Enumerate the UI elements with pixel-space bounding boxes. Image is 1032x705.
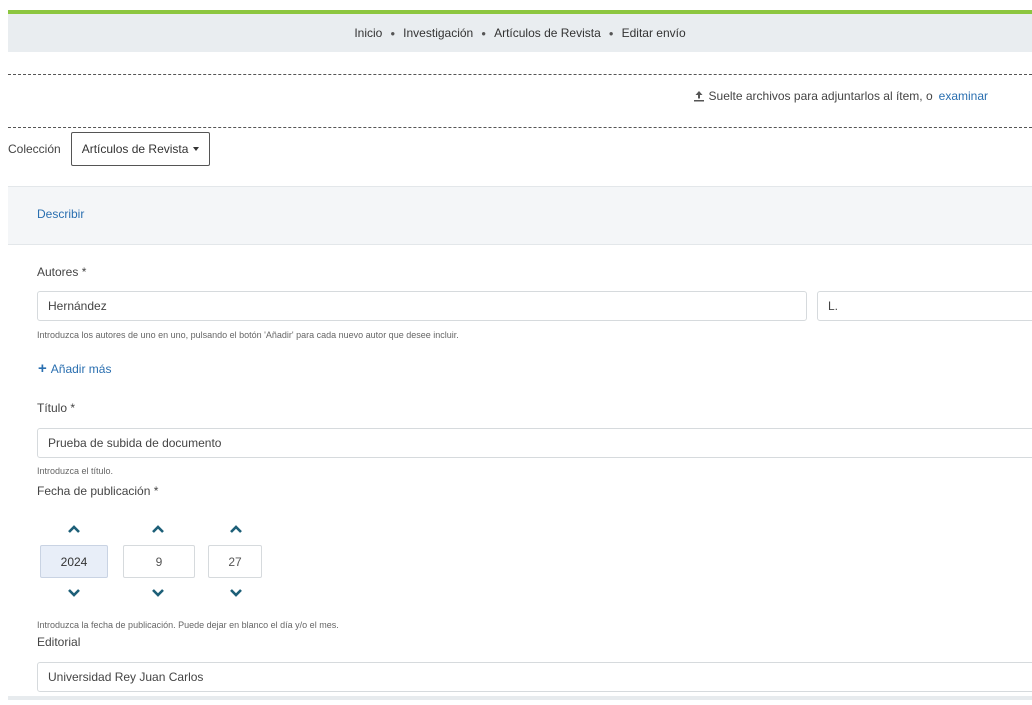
breadcrumb: Inicio ● Investigación ● Artículos de Re… bbox=[8, 14, 1032, 52]
month-decrement-chevron-down-icon[interactable] bbox=[151, 588, 165, 598]
add-more-label: Añadir más bbox=[50, 361, 112, 376]
dropzone-text: Suelte archivos para adjuntarlos al ítem… bbox=[708, 89, 933, 103]
upload-icon bbox=[693, 90, 705, 102]
collection-label: Colección bbox=[8, 142, 61, 156]
year-input[interactable]: 2024 bbox=[40, 545, 108, 578]
breadcrumb-item-edit-submission: Editar envío bbox=[621, 26, 686, 40]
collection-dropdown[interactable]: Artículos de Revista bbox=[70, 132, 211, 166]
publisher-label: Editorial bbox=[37, 635, 81, 649]
day-input[interactable]: 27 bbox=[208, 545, 262, 578]
publisher-value: Universidad Rey Juan Carlos bbox=[48, 670, 204, 684]
file-dropzone[interactable]: Suelte archivos para adjuntarlos al ítem… bbox=[8, 74, 1032, 128]
title-value: Prueba de subida de documento bbox=[48, 436, 222, 450]
breadcrumb-separator-icon: ● bbox=[390, 28, 396, 38]
year-increment-chevron-up-icon[interactable] bbox=[67, 524, 81, 534]
month-value: 9 bbox=[155, 554, 163, 569]
day-value: 27 bbox=[228, 554, 242, 569]
breadcrumb-separator-icon: ● bbox=[481, 28, 487, 38]
month-input[interactable]: 9 bbox=[123, 545, 195, 578]
add-more-authors-button[interactable]: + Añadir más bbox=[38, 360, 111, 377]
tab-describe[interactable]: Describir bbox=[37, 207, 84, 221]
day-increment-chevron-up-icon[interactable] bbox=[229, 524, 243, 534]
authors-label: Autores * bbox=[37, 265, 87, 279]
breadcrumb-item-home[interactable]: Inicio bbox=[354, 26, 382, 40]
month-increment-chevron-up-icon[interactable] bbox=[151, 524, 165, 534]
author-last-name-value: Hernández bbox=[48, 299, 107, 313]
collection-selector: Colección Artículos de Revista bbox=[8, 132, 211, 166]
title-input[interactable]: Prueba de subida de documento bbox=[37, 428, 1032, 458]
submission-edit-page: Inicio ● Investigación ● Artículos de Re… bbox=[8, 10, 1032, 700]
title-hint: Introduzca el título. bbox=[37, 466, 114, 476]
plus-icon: + bbox=[38, 360, 47, 377]
breadcrumb-separator-icon: ● bbox=[608, 28, 614, 38]
browse-link[interactable]: examinar bbox=[939, 89, 988, 103]
author-first-name-input[interactable]: L. bbox=[817, 291, 1032, 321]
title-label: Título * bbox=[37, 401, 76, 415]
authors-hint: Introduzca los autores de uno en uno, pu… bbox=[37, 330, 459, 340]
section-tabs: Describir bbox=[8, 186, 1032, 245]
year-decrement-chevron-down-icon[interactable] bbox=[67, 588, 81, 598]
year-value: 2024 bbox=[60, 554, 88, 569]
day-decrement-chevron-down-icon[interactable] bbox=[229, 588, 243, 598]
publisher-input[interactable]: Universidad Rey Juan Carlos bbox=[37, 662, 1032, 692]
breadcrumb-item-journal-articles[interactable]: Artículos de Revista bbox=[494, 26, 601, 40]
breadcrumb-item-research[interactable]: Investigación bbox=[403, 26, 473, 40]
dropzone-message: Suelte archivos para adjuntarlos al ítem… bbox=[693, 89, 988, 103]
caret-down-icon bbox=[193, 147, 200, 151]
author-first-name-value: L. bbox=[828, 299, 839, 313]
bottom-divider bbox=[8, 696, 1032, 700]
collection-selected-value: Artículos de Revista bbox=[81, 142, 189, 156]
publication-date-hint: Introduzca la fecha de publicación. Pued… bbox=[37, 620, 339, 630]
author-last-name-input[interactable]: Hernández bbox=[37, 291, 807, 321]
publication-date-label: Fecha de publicación * bbox=[37, 484, 159, 498]
